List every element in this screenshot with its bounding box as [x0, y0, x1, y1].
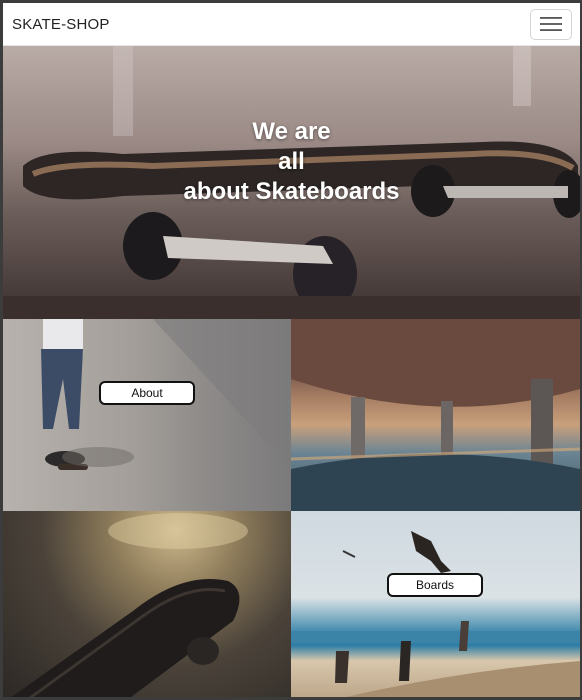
hamburger-menu-icon — [540, 16, 562, 32]
tile-skatepark — [291, 319, 580, 511]
tile-boards: Boards — [291, 511, 580, 697]
hero-title: We are all about Skateboards — [183, 118, 400, 205]
boards-button[interactable]: Boards — [387, 573, 483, 597]
hero-banner: We are all about Skateboards — [3, 46, 580, 319]
skatepark-under-bridge-image — [291, 319, 580, 511]
about-button[interactable]: About — [99, 381, 195, 405]
skateboard-closeup-image — [11, 513, 248, 697]
brand-logo[interactable]: SKATE-SHOP — [12, 16, 110, 33]
beach-skaters-image — [291, 531, 580, 697]
page-frame: SKATE-SHOP We are all about Skateboards … — [0, 0, 582, 700]
navbar: SKATE-SHOP — [3, 3, 580, 46]
skater-walking-image — [41, 319, 291, 470]
tile-about: About — [3, 319, 291, 511]
tile-skateboard-closeup — [3, 511, 291, 697]
navbar-toggle-button[interactable] — [530, 8, 572, 40]
